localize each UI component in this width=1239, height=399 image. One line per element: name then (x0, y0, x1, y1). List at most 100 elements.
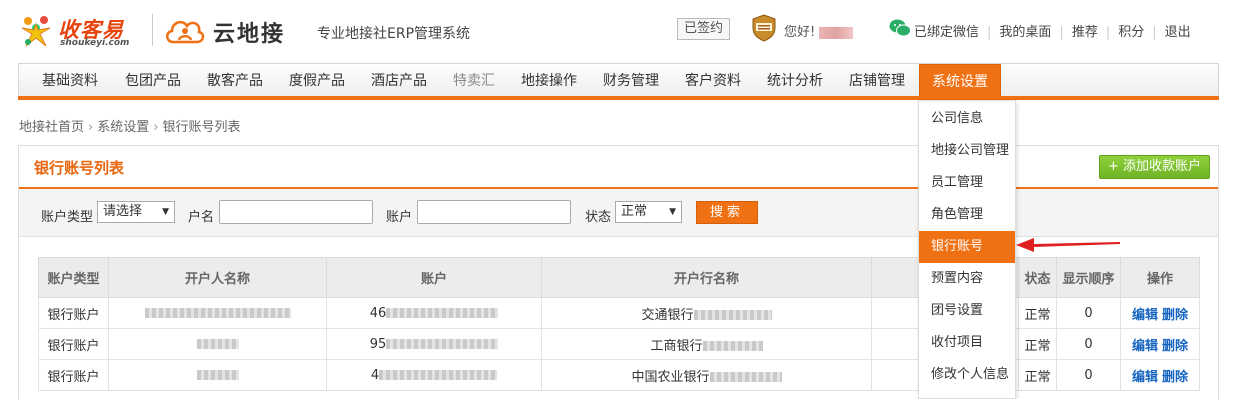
cell-actions: 编辑 删除 (1120, 328, 1200, 360)
greeting-text: 您好! (784, 25, 816, 40)
bank-name: 交通银行 (641, 307, 694, 323)
nav-basic-info[interactable]: 基础资料 (42, 64, 98, 98)
nav-hotel-products[interactable]: 酒店产品 (371, 64, 427, 98)
add-account-button[interactable]: + 添加收款账户 (1099, 155, 1211, 179)
delete-link[interactable]: 删除 (1162, 370, 1188, 385)
col-actions: 操作 (1120, 257, 1200, 298)
blurred-text (379, 370, 498, 380)
account-type-select[interactable]: 请选择 ▼ (97, 201, 175, 223)
blurred-text (144, 308, 291, 318)
cell-holder (108, 328, 327, 360)
blurred-text (386, 339, 499, 349)
blurred-text (196, 339, 239, 349)
shoukeyi-logo[interactable]: 收客易 shoukeyi.com (18, 12, 146, 48)
annotation-arrow-icon (1016, 238, 1120, 252)
account-prefix: 95 (369, 336, 387, 352)
logout-link[interactable]: 退出 (1165, 25, 1191, 40)
menu-company-info[interactable]: 公司信息 (919, 103, 1015, 135)
search-button[interactable]: 搜索 (696, 201, 758, 224)
menu-staff-management[interactable]: 员工管理 (919, 167, 1015, 199)
menu-bank-account[interactable]: 银行账号 (919, 231, 1015, 263)
nav-vacation-products[interactable]: 度假产品 (289, 64, 345, 98)
delete-link[interactable]: 删除 (1162, 339, 1188, 354)
col-display-order: 显示顺序 (1056, 257, 1121, 298)
cell-type: 银行账户 (38, 359, 109, 391)
cell-bank: 交通银行 (541, 297, 872, 329)
account-label: 账户 (386, 210, 413, 225)
bank-account-table: 账户类型 开户人名称 账户 开户行名称 状态 显示顺序 操作 银行账户 46 交… (38, 257, 1200, 391)
account-input[interactable] (417, 200, 571, 224)
blurred-text (709, 372, 782, 382)
status-select[interactable]: 正常 ▼ (615, 201, 682, 223)
nav-group-products[interactable]: 包团产品 (125, 64, 181, 98)
my-desktop-link[interactable]: 我的桌面 (999, 25, 1051, 40)
menu-payment-items[interactable]: 收付项目 (919, 327, 1015, 359)
star-people-icon (21, 16, 51, 47)
col-status: 状态 (1018, 257, 1057, 298)
edit-link[interactable]: 编辑 (1132, 308, 1158, 323)
col-bank-name: 开户行名称 (541, 257, 872, 298)
cell-type: 银行账户 (38, 328, 109, 360)
account-prefix: 46 (369, 305, 387, 321)
cell-order: 0 (1056, 359, 1121, 391)
name-input[interactable] (219, 200, 373, 224)
points-link[interactable]: 积分 (1118, 25, 1144, 40)
nav-statistics[interactable]: 统计分析 (767, 64, 823, 98)
nav-store-management[interactable]: 店铺管理 (849, 64, 905, 98)
blurred-text (693, 310, 772, 320)
breadcrumb-chevron-icon: › (88, 120, 94, 135)
account-type-value: 请选择 (103, 204, 143, 219)
bank-name: 中国农业银行 (631, 369, 710, 385)
menu-local-company-management[interactable]: 地接公司管理 (919, 135, 1015, 167)
status-label: 状态 (585, 210, 612, 225)
name-label: 户名 (188, 210, 215, 225)
cell-bank: 工商银行 (541, 328, 872, 360)
top-links: 已绑定微信 | 我的桌面 | 推荐 | 积分 | 退出 (914, 25, 1191, 40)
breadcrumb-current: 银行账号列表 (162, 120, 241, 135)
account-type-label: 账户类型 (41, 210, 94, 225)
nav-individual-products[interactable]: 散客产品 (207, 64, 263, 98)
menu-edit-personal-info[interactable]: 修改个人信息 (919, 359, 1015, 391)
table-header-row: 账户类型 开户人名称 账户 开户行名称 状态 显示顺序 操作 (38, 257, 1200, 298)
wechat-bound-label[interactable]: 已绑定微信 (914, 25, 979, 40)
nav-customer-info[interactable]: 客户资料 (685, 64, 741, 98)
recommend-link[interactable]: 推荐 (1072, 25, 1098, 40)
system-settings-dropdown: 公司信息 地接公司管理 员工管理 角色管理 银行账号 预置内容 团号设置 收付项… (918, 100, 1016, 399)
signed-badge: 已签约 (677, 18, 731, 40)
credit-shield-icon (752, 14, 776, 42)
bank-name: 工商银行 (650, 338, 703, 354)
nav-finance[interactable]: 财务管理 (603, 64, 659, 98)
delete-link[interactable]: 删除 (1162, 308, 1188, 323)
cell-holder (108, 297, 327, 329)
nav-special-sale[interactable]: 特卖汇 (453, 64, 495, 98)
cell-status: 正常 (1018, 328, 1057, 360)
logo-divider (152, 14, 153, 46)
cell-status: 正常 (1018, 297, 1057, 329)
user-name-blurred (819, 26, 854, 39)
menu-group-number-settings[interactable]: 团号设置 (919, 295, 1015, 327)
filter-bar: 账户类型 请选择 ▼ 户名 账户 状态 正常 ▼ 搜索 (19, 189, 1218, 237)
menu-role-management[interactable]: 角色管理 (919, 199, 1015, 231)
edit-link[interactable]: 编辑 (1132, 339, 1158, 354)
status-value: 正常 (621, 204, 648, 219)
dropdown-arrow-icon: ▼ (162, 207, 169, 217)
logo2-text: 云地接 (213, 22, 286, 47)
cell-account: 4 (326, 359, 542, 391)
menu-preset-content[interactable]: 预置内容 (919, 263, 1015, 295)
blurred-text (196, 370, 239, 380)
cell-type: 银行账户 (38, 297, 109, 329)
col-account: 账户 (326, 257, 542, 298)
blurred-text (702, 341, 763, 351)
cell-actions: 编辑 删除 (1120, 359, 1200, 391)
panel-title: 银行账号列表 (34, 159, 125, 177)
nav-underline (18, 96, 1219, 100)
col-holder-name: 开户人名称 (108, 257, 327, 298)
logo1-subtext: shoukeyi.com (60, 38, 130, 48)
account-prefix: 4 (370, 367, 380, 383)
breadcrumb-home[interactable]: 地接社首页 (19, 120, 84, 135)
nav-local-operations[interactable]: 地接操作 (521, 64, 577, 98)
cell-account: 46 (326, 297, 542, 329)
breadcrumb-system-settings[interactable]: 系统设置 (97, 120, 149, 135)
edit-link[interactable]: 编辑 (1132, 370, 1158, 385)
cell-holder (108, 359, 327, 391)
